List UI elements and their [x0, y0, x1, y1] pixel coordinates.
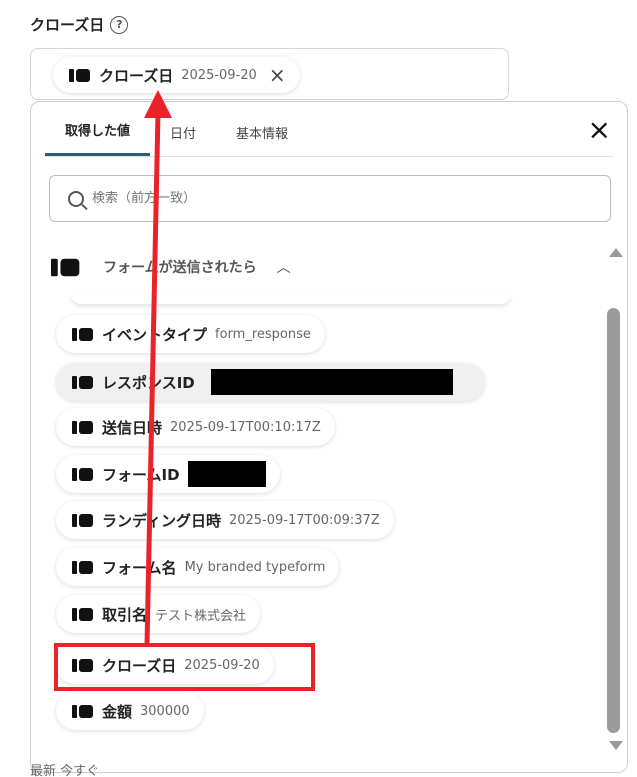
tabs-divider [45, 156, 613, 157]
item-name: 金額 [102, 702, 133, 721]
search-input[interactable] [92, 191, 492, 206]
list-item[interactable]: フォーム名 My branded typeform [56, 548, 340, 586]
item-name: イベントタイプ [102, 325, 208, 344]
tab-basic-info[interactable]: 基本情報 [216, 102, 308, 156]
data-source-icon [72, 420, 94, 434]
data-source-icon [72, 375, 94, 389]
list-item[interactable]: 送信日時 2025-09-17T00:10:17Z [56, 408, 335, 446]
search-box[interactable] [49, 175, 611, 222]
data-source-icon [51, 258, 81, 276]
item-name: フォームID [102, 465, 180, 484]
redacted-value [187, 461, 266, 487]
list-item[interactable]: 金額 300000 [56, 692, 204, 730]
close-icon[interactable]: × [588, 116, 611, 144]
data-source-icon [72, 658, 94, 672]
item-name: 送信日時 [102, 418, 163, 437]
scrollbar-thumb[interactable] [607, 308, 620, 733]
search-icon [68, 190, 84, 207]
item-value: 2025-09-17T00:10:17Z [170, 419, 321, 435]
scrollbar[interactable] [605, 242, 623, 752]
field-label-text: クローズ日 [30, 16, 105, 34]
item-value: 300000 [140, 703, 190, 719]
data-source-icon [72, 513, 94, 527]
data-source-icon [72, 704, 94, 718]
item-value: テスト株式会社 [155, 608, 247, 624]
data-source-icon [72, 607, 94, 621]
item-name: ランディング日時 [102, 511, 221, 530]
group-title: フォームが送信されたら [103, 260, 257, 276]
item-value: 2025-09-17T00:09:37Z [228, 512, 380, 528]
data-source-icon [72, 327, 94, 341]
list-item[interactable]: レスポンスID [56, 363, 485, 401]
chip-value: 2025-09-20 [181, 67, 257, 83]
chip-name: クローズ日 [99, 66, 174, 85]
item-name: レスポンスID [102, 373, 195, 392]
item-name: フォーム名 [102, 558, 177, 577]
help-icon[interactable]: ? [110, 15, 129, 34]
tab-retrieved-values[interactable]: 取得した値 [45, 102, 151, 156]
data-source-icon [72, 560, 94, 574]
below-panel-text: 最新 今すぐ [30, 764, 100, 777]
item-name: クローズ日 [102, 656, 177, 675]
tab-date[interactable]: 日付 [150, 102, 216, 156]
item-value: form_response [215, 326, 311, 342]
list-item[interactable]: ランディング日時 2025-09-17T00:09:37Z [56, 501, 394, 539]
item-value: 2025-09-20 [184, 657, 260, 673]
remove-chip-icon[interactable]: × [269, 65, 286, 85]
item-name: 取引名 [102, 605, 148, 624]
list-item[interactable]: フォームID [56, 455, 280, 493]
field-label: クローズ日 ? [30, 14, 129, 35]
data-source-icon [69, 68, 91, 82]
list-item[interactable]: 取引名 テスト株式会社 [56, 595, 261, 633]
item-value: My branded typeform [184, 559, 326, 575]
selected-value-field[interactable]: クローズ日 2025-09-20 × [30, 48, 509, 100]
chevron-up-icon[interactable]: ︿ [277, 257, 291, 277]
scroll-up-arrow-icon[interactable] [609, 248, 623, 257]
group-header[interactable]: フォームが送信されたら ︿ [51, 257, 291, 277]
tab-bar: 取得した値 日付 基本情報 [45, 102, 308, 156]
scrolled-item-edge [71, 294, 511, 304]
selected-value-chip[interactable]: クローズ日 2025-09-20 × [53, 57, 300, 93]
list-item[interactable]: イベントタイプ form_response [56, 315, 325, 353]
redacted-value [210, 369, 453, 395]
list-item[interactable]: クローズ日 2025-09-20 [56, 646, 274, 684]
data-source-icon [72, 467, 94, 481]
value-picker-panel: 取得した値 日付 基本情報 × フォームが送信されたら ︿ イベントタイプ fo… [30, 101, 628, 773]
scroll-down-arrow-icon[interactable] [609, 741, 623, 750]
